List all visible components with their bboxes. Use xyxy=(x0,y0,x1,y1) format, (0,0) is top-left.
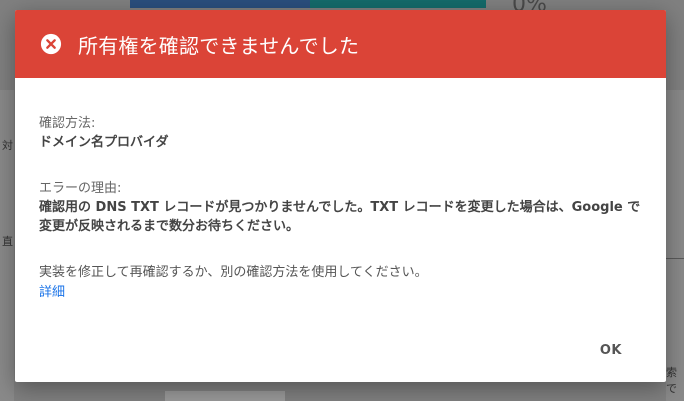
background-teal-bar xyxy=(310,0,486,8)
method-section: 確認方法: ドメイン名プロバイダ xyxy=(39,114,642,152)
method-value: ドメイン名プロバイダ xyxy=(39,135,169,150)
reason-section: エラーの理由: 確認用の DNS TXT レコードが見つかりませんでした。TXT… xyxy=(39,179,642,236)
background-bottom-block xyxy=(165,391,285,401)
background-left-text-1: 対 xyxy=(2,139,13,152)
background-right-card xyxy=(666,90,684,401)
background-left-text-2: 直 xyxy=(2,235,13,248)
background-divider xyxy=(666,258,684,259)
ok-button[interactable]: OK xyxy=(592,337,630,364)
reason-text: 確認用の DNS TXT レコードが見つかりませんでした。TXT レコードを変更… xyxy=(39,200,641,234)
instruction-text: 実装を修正して再確認するか、別の確認方法を使用してください。 xyxy=(39,265,428,280)
close-circle-icon xyxy=(40,33,62,55)
verification-error-dialog: 所有権を確認できませんでした 確認方法: ドメイン名プロバイダ エラーの理由: … xyxy=(15,10,666,382)
instruction-section: 実装を修正して再確認するか、別の確認方法を使用してください。 詳細 xyxy=(39,263,642,302)
reason-label: エラーの理由: xyxy=(39,181,122,196)
dialog-title: 所有権を確認できませんでした xyxy=(78,33,360,58)
background-blue-bar xyxy=(130,0,310,8)
background-right-text: 索で xyxy=(666,366,677,395)
method-label: 確認方法: xyxy=(39,116,96,131)
dialog-header: 所有権を確認できませんでした xyxy=(15,10,666,78)
dialog-body: 確認方法: ドメイン名プロバイダ エラーの理由: 確認用の DNS TXT レコ… xyxy=(15,78,666,302)
details-link[interactable]: 詳細 xyxy=(39,283,65,302)
